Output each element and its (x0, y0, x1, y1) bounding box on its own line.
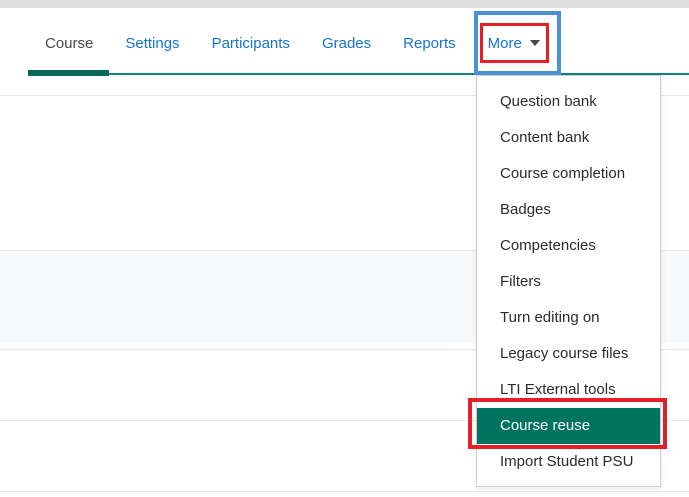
tab-label: Settings (125, 34, 180, 52)
menu-item-legacy-course-files[interactable]: Legacy course files (477, 336, 660, 372)
caret-down-icon (529, 40, 540, 46)
menu-item-competencies[interactable]: Competencies (477, 228, 660, 264)
menu-item-question-bank[interactable]: Question bank (477, 84, 660, 120)
menu-item-badges[interactable]: Badges (477, 192, 660, 228)
tab-label: Course (45, 34, 94, 52)
menu-item-content-bank[interactable]: Content bank (477, 120, 660, 156)
tab-course[interactable]: Course (29, 30, 109, 56)
menu-item-turn-editing-on[interactable]: Turn editing on (477, 300, 660, 336)
tab-label: More (487, 34, 522, 52)
moodle-course-page: Course Settings Participants Grades Reports M… (0, 0, 689, 497)
menu-item-lti-external-tools[interactable]: LTI External tools (477, 372, 660, 408)
more-dropdown-menu: Question bank Content bank Course completi… (476, 75, 661, 487)
tab-settings[interactable]: Settings (109, 30, 195, 56)
tab-more[interactable]: More (472, 30, 556, 56)
tab-label: Reports (403, 34, 456, 52)
header-bottom-edge (0, 0, 689, 8)
active-tab-indicator (28, 70, 109, 76)
menu-item-course-reuse[interactable]: Course reuse (477, 408, 660, 444)
page-divider-line (0, 491, 689, 492)
tab-label: Grades (321, 34, 372, 52)
menu-item-import-student-psu[interactable]: Import Student PSU (477, 444, 660, 480)
course-nav-tabs: Course Settings Participants Grades Reports M… (29, 30, 556, 56)
menu-item-course-completion[interactable]: Course completion (477, 156, 660, 192)
tab-label: Participants (211, 34, 290, 52)
tab-participants[interactable]: Participants (196, 30, 306, 56)
tab-grades[interactable]: Grades (306, 30, 387, 56)
tab-reports[interactable]: Reports (387, 30, 472, 56)
menu-item-filters[interactable]: Filters (477, 264, 660, 300)
